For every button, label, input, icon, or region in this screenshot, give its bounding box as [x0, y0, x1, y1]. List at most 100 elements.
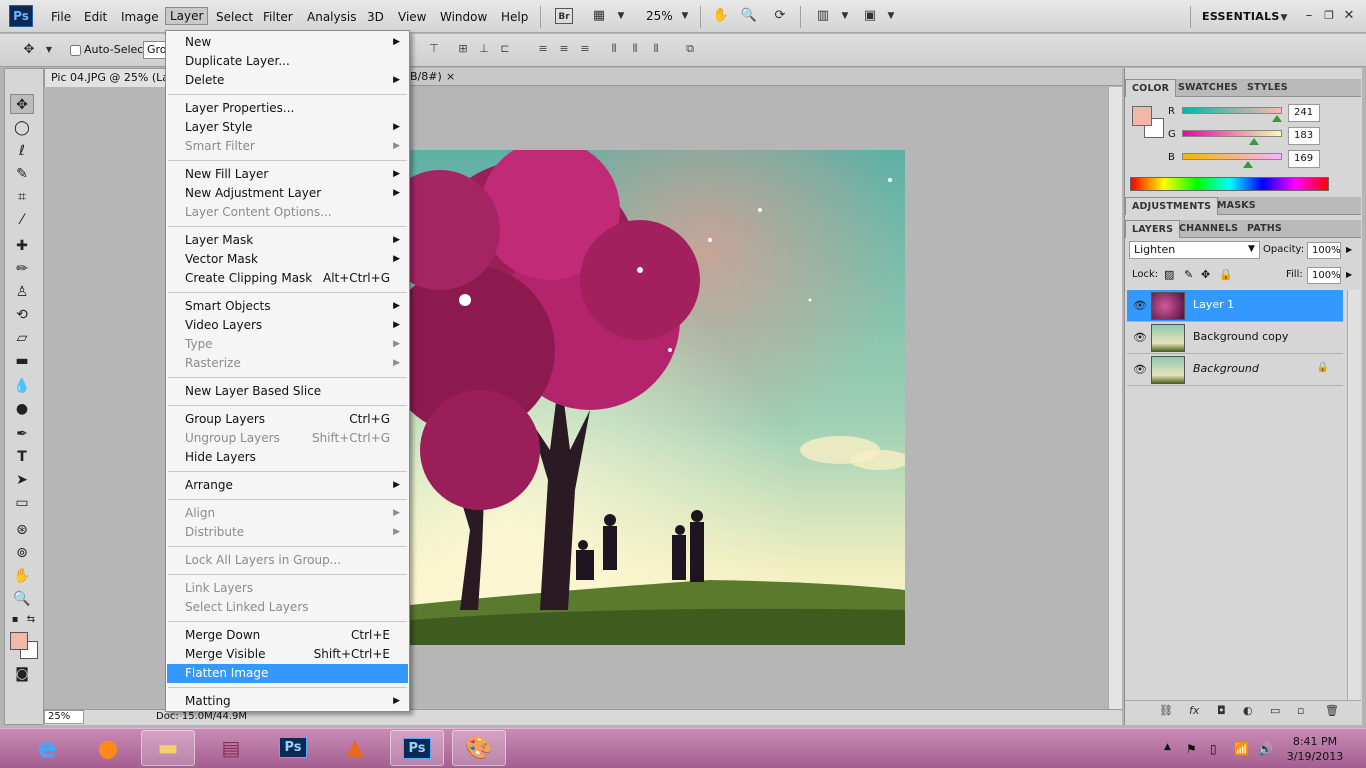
matlab-icon[interactable]: ▲ [328, 730, 382, 766]
menu-layer[interactable]: Layer [165, 7, 209, 25]
distribute-center-icon[interactable]: ≡ [556, 42, 572, 58]
tab-layers[interactable]: LAYERS [1125, 220, 1181, 238]
network-signal-icon[interactable]: 📶 [1234, 742, 1249, 756]
menu-item-merge-down[interactable]: Merge Down Ctrl+E [167, 626, 408, 645]
menu-item-distribute[interactable]: Distribute ▶ [167, 523, 408, 542]
align-left-icon[interactable]: ⊏ [497, 42, 513, 58]
menu-item-layer-mask[interactable]: Layer Mask ▶ [167, 231, 408, 250]
hand-icon[interactable]: ✋ [712, 8, 730, 24]
tab-adjustments[interactable]: ADJUSTMENTS [1125, 197, 1219, 215]
new-layer-icon[interactable]: ▫ [1297, 704, 1304, 717]
hand-tool-icon[interactable]: ✋ [10, 566, 34, 586]
eraser-tool-icon[interactable]: ▱ [10, 328, 34, 348]
align-vcenter-icon[interactable]: ⊞ [455, 42, 471, 58]
explorer-icon[interactable]: ▬ [141, 730, 195, 766]
menu-item-new[interactable]: New ▶ [167, 33, 408, 52]
healing-brush-tool-icon[interactable]: ✚ [10, 236, 34, 256]
gradient-tool-icon[interactable]: ▬ [10, 351, 34, 371]
red-slider[interactable] [1182, 107, 1282, 114]
menu-3d[interactable]: 3D [363, 8, 388, 26]
menu-edit[interactable]: Edit [80, 8, 111, 26]
menu-item-layer-style[interactable]: Layer Style ▶ [167, 118, 408, 137]
vertical-scrollbar[interactable] [1108, 87, 1122, 709]
layer-row-layer1[interactable]: 👁 Layer 1 [1127, 290, 1343, 322]
chevron-down-icon[interactable]: ▼ [1248, 244, 1255, 254]
green-slider[interactable] [1182, 130, 1282, 137]
dodge-tool-icon[interactable]: ● [10, 399, 34, 419]
photoshop-active-icon[interactable]: Ps [390, 730, 444, 766]
paint-icon[interactable]: 🎨 [452, 730, 506, 766]
menu-item-smart-filter[interactable]: Smart Filter ▶ [167, 137, 408, 156]
menu-item-video-layers[interactable]: Video Layers ▶ [167, 316, 408, 335]
path-select-tool-icon[interactable]: ➤ [10, 470, 34, 490]
winrar-icon[interactable]: ▤ [204, 730, 258, 766]
menu-item-link-layers[interactable]: Link Layers [167, 579, 408, 598]
color-panel-foreground-swatch[interactable] [1132, 106, 1152, 126]
menu-item-new-fill-layer[interactable]: New Fill Layer ▶ [167, 165, 408, 184]
align-top-icon[interactable]: ⊤ [426, 42, 442, 58]
red-slider-thumb[interactable] [1271, 115, 1282, 122]
quick-mask-icon[interactable]: ◙ [10, 664, 34, 684]
layer-name[interactable]: Layer 1 [1193, 298, 1234, 311]
menu-help[interactable]: Help [497, 8, 532, 26]
fill-arrow-icon[interactable]: ▶ [1346, 270, 1352, 279]
red-value[interactable]: 241 [1288, 104, 1320, 122]
blue-value[interactable]: 169 [1288, 150, 1320, 168]
menu-item-arrange[interactable]: Arrange ▶ [167, 476, 408, 495]
tab-color[interactable]: COLOR [1125, 79, 1177, 97]
photoshop-logo-icon[interactable]: Ps [9, 5, 33, 27]
volume-icon[interactable]: 🔊 [1258, 742, 1273, 756]
menu-item-new-layer-based-slice[interactable]: New Layer Based Slice [167, 382, 408, 401]
foreground-color-swatch[interactable] [10, 632, 28, 650]
default-colors-icon[interactable]: ▪ [8, 610, 22, 630]
menu-item-align[interactable]: Align ▶ [167, 504, 408, 523]
status-zoom-field[interactable]: 25% [44, 710, 84, 724]
show-hidden-icons-icon[interactable]: ▲ [1164, 742, 1171, 752]
menu-item-vector-mask[interactable]: Vector Mask ▶ [167, 250, 408, 269]
layer-name[interactable]: Background copy [1193, 330, 1288, 343]
action-center-flag-icon[interactable]: ⚑ [1186, 742, 1197, 756]
tab-styles[interactable]: STYLES [1241, 79, 1294, 97]
close-icon[interactable]: ✕ [1340, 8, 1358, 24]
restore-icon[interactable]: ❐ [1320, 8, 1338, 24]
layer-row-background-copy[interactable]: 👁 Background copy [1127, 322, 1343, 354]
zoom-icon[interactable]: 🔍 [740, 8, 758, 24]
menu-item-smart-objects[interactable]: Smart Objects ▶ [167, 297, 408, 316]
tab-swatches[interactable]: SWATCHES [1172, 79, 1244, 97]
tab-channels[interactable]: CHANNELS [1173, 220, 1244, 238]
blue-slider[interactable] [1182, 153, 1282, 160]
auto-select-check[interactable] [70, 44, 81, 56]
lock-all-icon[interactable]: 🔒 [1219, 268, 1233, 281]
lasso-tool-icon[interactable]: ℓ [10, 141, 34, 161]
menu-item-merge-visible[interactable]: Merge Visible Shift+Ctrl+E [167, 645, 408, 664]
menu-item-ungroup-layers[interactable]: Ungroup Layers Shift+Ctrl+G [167, 429, 408, 448]
layer-name[interactable]: Background [1193, 362, 1259, 375]
chevron-down-icon[interactable]: ▼ [882, 8, 900, 24]
taskbar-clock[interactable]: 8:41 PM 3/19/2013 [1285, 734, 1345, 764]
screen-mode-icon[interactable]: ▣ [861, 8, 879, 24]
bridge-icon[interactable]: Br [555, 8, 573, 24]
lock-transparent-icon[interactable]: ▨ [1164, 268, 1174, 281]
layer-style-icon[interactable]: fx [1189, 704, 1199, 717]
delete-layer-icon[interactable]: 🗑 [1325, 704, 1339, 717]
distribute-top-icon[interactable]: ≡ [535, 42, 551, 58]
minimize-icon[interactable]: – [1300, 8, 1318, 24]
menu-item-duplicate-layer[interactable]: Duplicate Layer... [167, 52, 408, 71]
document-tab[interactable]: Pic 04.JPG @ 25% (Layer 1, RGB/8#) [44, 68, 168, 87]
menu-item-matting[interactable]: Matting ▶ [167, 692, 408, 711]
menu-item-lock-all-layers-in-group[interactable]: Lock All Layers in Group... [167, 551, 408, 570]
menu-item-new-adjustment-layer[interactable]: New Adjustment Layer ▶ [167, 184, 408, 203]
arrange-documents-icon[interactable]: ▥ [814, 8, 832, 24]
menu-item-group-layers[interactable]: Group Layers Ctrl+G [167, 410, 408, 429]
history-brush-tool-icon[interactable]: ⟲ [10, 305, 34, 325]
chevron-down-icon[interactable]: ▼ [1275, 10, 1293, 26]
distribute-left-icon[interactable]: ⫴ [606, 42, 622, 58]
3d-orbit-tool-icon[interactable]: ⊚ [10, 543, 34, 563]
pen-tool-icon[interactable]: ✒ [10, 424, 34, 444]
fill-field[interactable]: 100% [1307, 267, 1341, 284]
crop-tool-icon[interactable]: ⌗ [10, 187, 34, 207]
photoshop-icon[interactable]: Ps [266, 730, 320, 766]
layer-row-background[interactable]: 👁 Background 🔒 [1127, 354, 1343, 386]
layers-scrollbar[interactable] [1347, 290, 1360, 700]
blur-tool-icon[interactable]: 💧 [10, 376, 34, 396]
